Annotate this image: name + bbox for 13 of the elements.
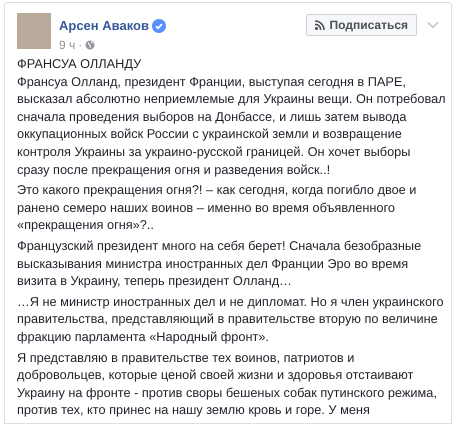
post-title: ФРАНСУА ОЛЛАНДУ [17,55,142,73]
post-paragraph: …Я не министр иностранных дел и не дипломат. Но я член украинского правительства, представляющий в правительстве вторую по величине фракцию парламента «Народный фронт». [17,292,445,346]
separator: · [78,37,82,53]
chevron-down-icon[interactable] [427,21,439,29]
post-paragraph: Это какого прекращения огня?! – как сегодня, когда погибло двое и ранено семеро наших воинов – именно во время объявленного «прекращения огня»?.. [17,181,418,234]
rss-icon [314,20,325,30]
post-paragraph: Французский президент много на себя берет! Сначала безобразные высказывания министра иностранных дел Франции Эро во время визита в Украину, теперь президент Олланд… [17,236,422,290]
post-paragraph: Франсуа Олланд, президент Франции, выступая сегодня в ПАРЕ, высказал абсолютно неприемлемые для Украины вещи. Он потребовал сначала проведения выборов на Донбассе, и лишь затем вывода оккупационных войск России с украинской земли и возвращение контроля Украины за украино-русской границей. Он хочет выборы сразу после прекращения огня и разведения войск..! [17,72,446,178]
post-paragraph: Я представляю в правительстве тех воинов, патриотов и добровольцев, которые ценой своей жизни и здоровья отстаивают Украину на фронте - против своры бешеных собак путинского режима, против тех, кто принес на нашу землю кровь и горе. У меня [17,348,438,419]
author-name[interactable]: Арсен Аваков [59,17,149,35]
follow-button[interactable]: Подписаться [306,14,417,36]
globe-icon [85,40,96,50]
avatar-photo[interactable] [17,13,51,49]
